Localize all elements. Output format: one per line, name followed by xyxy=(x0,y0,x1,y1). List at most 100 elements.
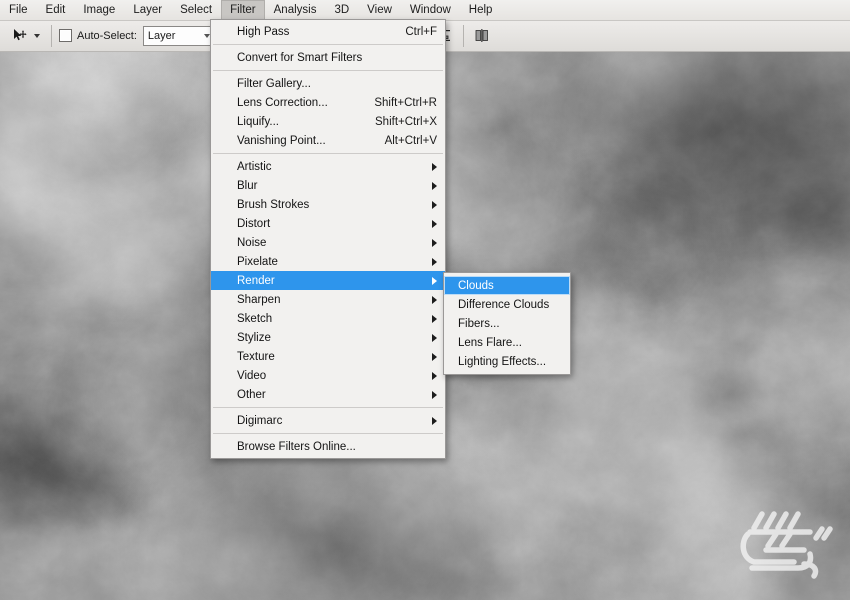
menu-item-artistic[interactable]: Artistic xyxy=(211,157,445,176)
menu-item-digimarc[interactable]: Digimarc xyxy=(211,411,445,430)
menu-item-label: Browse Filters Online... xyxy=(237,440,356,453)
menu-item-filter-gallery[interactable]: Filter Gallery... xyxy=(211,74,445,93)
menu-item-pixelate[interactable]: Pixelate xyxy=(211,252,445,271)
filter-dropdown-menu[interactable]: High Pass Ctrl+F Convert for Smart Filte… xyxy=(210,19,446,459)
menu-item-label: Filter Gallery... xyxy=(237,77,311,90)
submenu-arrow-icon xyxy=(432,257,437,266)
menu-item-label: Lens Correction... xyxy=(237,96,328,109)
submenu-item-label: Difference Clouds xyxy=(458,298,550,311)
menu-item-blur[interactable]: Blur xyxy=(211,176,445,195)
submenu-arrow-icon xyxy=(432,162,437,171)
auto-align-layers-button[interactable] xyxy=(473,26,492,45)
submenu-arrow-icon xyxy=(432,200,437,209)
move-tool-button[interactable] xyxy=(8,26,44,45)
menu-item-label: Stylize xyxy=(237,331,271,344)
menubar-item-3d[interactable]: 3D xyxy=(325,0,358,20)
submenu-item-label: Fibers... xyxy=(458,317,500,330)
menu-item-label: Digimarc xyxy=(237,414,283,427)
menu-item-render[interactable]: Render xyxy=(211,271,445,290)
menubar-item-filter[interactable]: Filter xyxy=(221,0,265,20)
auto-select-label: Auto-Select: xyxy=(77,29,137,42)
menu-separator-2 xyxy=(213,70,443,71)
submenu-arrow-icon xyxy=(432,295,437,304)
submenu-item-lens-flare[interactable]: Lens Flare... xyxy=(444,333,570,352)
menu-item-sketch[interactable]: Sketch xyxy=(211,309,445,328)
submenu-item-label: Lighting Effects... xyxy=(458,355,547,368)
menu-item-label: Artistic xyxy=(237,160,272,173)
menu-item-label: Sketch xyxy=(237,312,273,325)
submenu-arrow-icon xyxy=(432,181,437,190)
menu-item-label: Convert for Smart Filters xyxy=(237,51,363,64)
submenu-arrow-icon xyxy=(432,238,437,247)
menu-item-label: Blur xyxy=(237,179,258,192)
menubar-item-analysis[interactable]: Analysis xyxy=(265,0,326,20)
menu-item-label: Distort xyxy=(237,217,271,230)
menu-item-brush-strokes[interactable]: Brush Strokes xyxy=(211,195,445,214)
menu-item-distort[interactable]: Distort xyxy=(211,214,445,233)
auto-align-layers-icon xyxy=(476,29,489,42)
menubar-item-file[interactable]: File xyxy=(0,0,37,20)
menubar-item-edit[interactable]: Edit xyxy=(37,0,75,20)
menu-item-label: Other xyxy=(237,388,266,401)
options-separator-4 xyxy=(462,24,464,47)
menu-item-shortcut: Shift+Ctrl+R xyxy=(374,96,437,109)
menu-item-vanishing-point[interactable]: Vanishing Point... Alt+Ctrl+V xyxy=(211,131,445,150)
menubar-item-select[interactable]: Select xyxy=(171,0,221,20)
submenu-item-clouds[interactable]: Clouds xyxy=(444,276,570,295)
submenu-arrow-icon xyxy=(432,276,437,285)
menu-item-sharpen[interactable]: Sharpen xyxy=(211,290,445,309)
menubar-item-help[interactable]: Help xyxy=(460,0,502,20)
submenu-arrow-icon xyxy=(432,416,437,425)
submenu-item-label: Clouds xyxy=(458,279,494,292)
menu-item-other[interactable]: Other xyxy=(211,385,445,404)
menu-item-label: Video xyxy=(237,369,267,382)
menu-separator-1 xyxy=(213,44,443,45)
menu-item-texture[interactable]: Texture xyxy=(211,347,445,366)
menu-item-label: Render xyxy=(237,274,275,287)
submenu-item-fibers[interactable]: Fibers... xyxy=(444,314,570,333)
submenu-arrow-icon xyxy=(432,371,437,380)
menu-item-stylize[interactable]: Stylize xyxy=(211,328,445,347)
submenu-item-difference-clouds[interactable]: Difference Clouds xyxy=(444,295,570,314)
menu-item-label: Sharpen xyxy=(237,293,281,306)
menu-item-label: Vanishing Point... xyxy=(237,134,326,147)
menu-item-browse-filters-online[interactable]: Browse Filters Online... xyxy=(211,437,445,456)
menu-item-label: Brush Strokes xyxy=(237,198,310,211)
auto-select-checkbox[interactable] xyxy=(59,29,72,42)
menu-item-liquify[interactable]: Liquify... Shift+Ctrl+X xyxy=(211,112,445,131)
submenu-arrow-icon xyxy=(432,352,437,361)
watermark-logo xyxy=(740,511,833,579)
submenu-item-label: Lens Flare... xyxy=(458,336,522,349)
move-tool-icon xyxy=(14,29,27,41)
menu-item-lens-correction[interactable]: Lens Correction... Shift+Ctrl+R xyxy=(211,93,445,112)
options-separator-1 xyxy=(51,24,52,47)
menu-item-label: Noise xyxy=(237,236,267,249)
submenu-arrow-icon xyxy=(432,333,437,342)
menu-item-label: High Pass xyxy=(237,25,290,38)
submenu-item-lighting-effects[interactable]: Lighting Effects... xyxy=(444,352,570,371)
render-submenu[interactable]: Clouds Difference Clouds Fibers... Lens … xyxy=(443,272,571,375)
submenu-arrow-icon xyxy=(432,219,437,228)
menu-item-high-pass[interactable]: High Pass Ctrl+F xyxy=(211,22,445,41)
tool-preset-chevron-down-icon[interactable] xyxy=(34,33,40,38)
menu-item-label: Liquify... xyxy=(237,115,279,128)
menu-item-video[interactable]: Video xyxy=(211,366,445,385)
menubar-item-view[interactable]: View xyxy=(358,0,401,20)
submenu-arrow-icon xyxy=(432,390,437,399)
menu-item-shortcut: Shift+Ctrl+X xyxy=(375,115,437,128)
menu-separator-5 xyxy=(213,433,443,434)
menubar-item-window[interactable]: Window xyxy=(401,0,460,20)
menu-separator-3 xyxy=(213,153,443,154)
auto-select-target-value: Layer xyxy=(147,29,176,42)
menu-item-shortcut: Ctrl+F xyxy=(405,25,437,38)
menu-bar[interactable]: File Edit Image Layer Select Filter Anal… xyxy=(0,0,850,21)
submenu-arrow-icon xyxy=(432,314,437,323)
menubar-item-image[interactable]: Image xyxy=(74,0,124,20)
menubar-item-layer[interactable]: Layer xyxy=(124,0,171,20)
menu-item-noise[interactable]: Noise xyxy=(211,233,445,252)
menu-item-label: Pixelate xyxy=(237,255,278,268)
menu-item-label: Texture xyxy=(237,350,275,363)
auto-select-target-select[interactable]: Layer xyxy=(142,25,215,46)
menu-item-convert-for-smart-filters[interactable]: Convert for Smart Filters xyxy=(211,48,445,67)
menu-separator-4 xyxy=(213,407,443,408)
